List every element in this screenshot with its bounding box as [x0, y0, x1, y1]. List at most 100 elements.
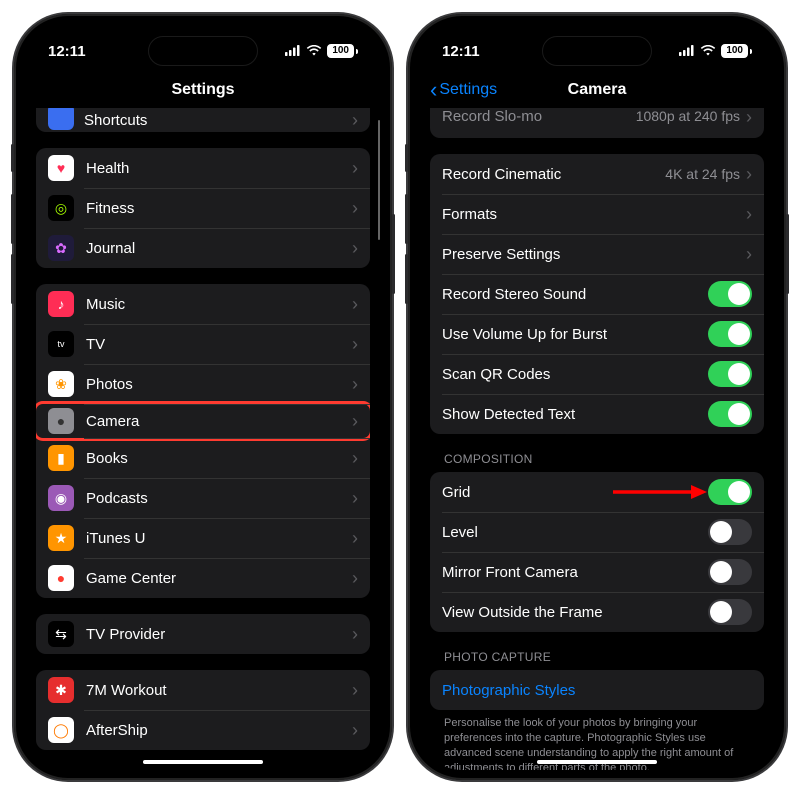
section-header-composition: Composition [430, 434, 764, 472]
settings-row-camera[interactable]: ●Camera› [36, 401, 370, 441]
settings-row-podcasts[interactable]: ◉ Podcasts› [36, 478, 370, 518]
shortcuts-icon [48, 108, 74, 130]
row-label: Use Volume Up for Burst [442, 326, 708, 343]
row-label: AfterShip [86, 722, 352, 739]
row-label: Record Cinematic [442, 166, 665, 183]
row-label: Music [86, 296, 352, 313]
back-button[interactable]: ‹ Settings [430, 77, 497, 103]
row-label: Fitness [86, 200, 352, 217]
tv-icon: tv [48, 331, 74, 357]
chevron-right-icon: › [352, 721, 358, 739]
settings-row-grid[interactable]: Grid [430, 472, 764, 512]
row-label: Journal [86, 240, 352, 257]
row-label: iTunes U [86, 530, 352, 547]
chevron-right-icon: › [352, 295, 358, 313]
home-indicator[interactable] [537, 760, 657, 764]
toggle-mirror-front-camera[interactable] [708, 559, 752, 585]
chevron-right-icon: › [352, 335, 358, 353]
settings-row-music[interactable]: ♪ Music› [36, 284, 370, 324]
phone-left: 12:11 100 Settings Shortcuts › ♥Health›◎… [14, 14, 392, 780]
settings-row-mirror-front-camera[interactable]: Mirror Front Camera [430, 552, 764, 592]
chevron-right-icon: › [746, 245, 752, 263]
row-label: 7M Workout [86, 682, 352, 699]
music-icon: ♪ [48, 291, 74, 317]
row-label: Game Center [86, 570, 352, 587]
settings-row-itunes-u[interactable]: ★ iTunes U› [36, 518, 370, 558]
chevron-right-icon: › [746, 165, 752, 183]
status-time: 12:11 [442, 43, 480, 60]
settings-row-record-slomo[interactable]: Record Slo-mo 1080p at 240 fps › [430, 108, 764, 138]
tv-provider-icon: ⇆ [48, 621, 74, 647]
row-label: Scan QR Codes [442, 366, 708, 383]
row-label: Mirror Front Camera [442, 564, 708, 581]
chevron-right-icon: › [352, 239, 358, 257]
row-label: Level [442, 524, 708, 541]
signal-icon [285, 43, 301, 60]
settings-row-shortcuts[interactable]: Shortcuts › [36, 108, 370, 132]
chevron-right-icon: › [746, 108, 752, 126]
settings-row-tv[interactable]: tvTV› [36, 324, 370, 364]
settings-row-books[interactable]: ▮Books› [36, 438, 370, 478]
wifi-icon [306, 43, 322, 60]
settings-row-record-cinematic[interactable]: Record Cinematic4K at 24 fps› [430, 154, 764, 194]
settings-row-photographic-styles[interactable]: Photographic Styles [430, 670, 764, 710]
toggle-show-detected-text[interactable] [708, 401, 752, 427]
row-label: Podcasts [86, 490, 352, 507]
status-time: 12:11 [48, 43, 86, 60]
podcasts-icon: ◉ [48, 485, 74, 511]
row-label: Formats [442, 206, 746, 223]
fitness-icon: ◎ [48, 195, 74, 221]
settings-row-7m-workout[interactable]: ✱7M Workout› [36, 670, 370, 710]
settings-row-aftership[interactable]: ◯AfterShip› [36, 710, 370, 750]
chevron-right-icon: › [746, 205, 752, 223]
dynamic-island [542, 36, 652, 66]
settings-row-preserve-settings[interactable]: Preserve Settings› [430, 234, 764, 274]
settings-row-health[interactable]: ♥Health› [36, 148, 370, 188]
row-label: Photos [86, 376, 352, 393]
chevron-right-icon: › [352, 412, 358, 430]
nav-header: ‹ Settings Camera [418, 72, 776, 108]
settings-row-game-center[interactable]: ●Game Center› [36, 558, 370, 598]
chevron-right-icon: › [352, 625, 358, 643]
settings-row-record-stereo-sound[interactable]: Record Stereo Sound [430, 274, 764, 314]
toggle-use-volume-up-for-burst[interactable] [708, 321, 752, 347]
itunes-u-icon: ★ [48, 525, 74, 551]
settings-row-journal[interactable]: ✿Journal› [36, 228, 370, 268]
page-title: Settings [171, 81, 234, 99]
settings-row-fitness[interactable]: ◎ Fitness› [36, 188, 370, 228]
chevron-right-icon: › [352, 111, 358, 129]
settings-row-view-outside-the-frame[interactable]: View Outside the Frame [430, 592, 764, 632]
toggle-record-stereo-sound[interactable] [708, 281, 752, 307]
toggle-level[interactable] [708, 519, 752, 545]
chevron-left-icon: ‹ [430, 77, 437, 103]
settings-row-show-detected-text[interactable]: Show Detected Text [430, 394, 764, 434]
settings-row-use-volume-up-for-burst[interactable]: Use Volume Up for Burst [430, 314, 764, 354]
section-header-photo-capture: Photo Capture [430, 632, 764, 670]
toggle-grid[interactable] [708, 479, 752, 505]
signal-icon [679, 43, 695, 60]
row-label: Preserve Settings [442, 246, 746, 263]
settings-row-scan-qr-codes[interactable]: Scan QR Codes [430, 354, 764, 394]
dynamic-island [148, 36, 258, 66]
nav-header: Settings [24, 72, 382, 108]
toggle-scan-qr-codes[interactable] [708, 361, 752, 387]
chevron-right-icon: › [352, 159, 358, 177]
row-label: TV Provider [86, 626, 352, 643]
settings-row-photos[interactable]: ❀Photos› [36, 364, 370, 404]
toggle-view-outside-the-frame[interactable] [708, 599, 752, 625]
row-label: Books [86, 450, 352, 467]
chevron-right-icon: › [352, 375, 358, 393]
settings-row-tv-provider[interactable]: ⇆ TV Provider› [36, 614, 370, 654]
home-indicator[interactable] [143, 760, 263, 764]
chevron-right-icon: › [352, 199, 358, 217]
settings-row-level[interactable]: Level [430, 512, 764, 552]
chevron-right-icon: › [352, 529, 358, 547]
battery-icon: 100 [327, 44, 358, 58]
row-label: Camera [86, 413, 352, 430]
chevron-right-icon: › [352, 489, 358, 507]
scrollbar[interactable] [378, 120, 381, 240]
settings-row-formats[interactable]: Formats› [430, 194, 764, 234]
wifi-icon [700, 43, 716, 60]
battery-icon: 100 [721, 44, 752, 58]
row-label: Show Detected Text [442, 406, 708, 423]
